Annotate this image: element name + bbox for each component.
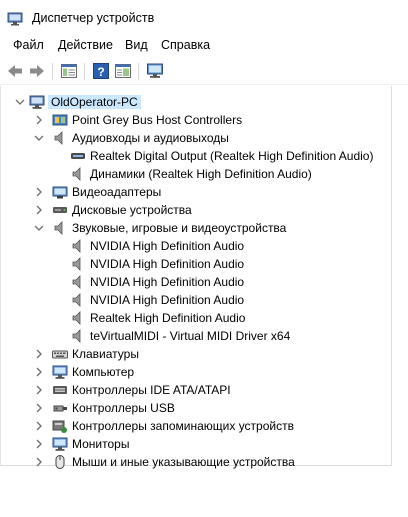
tree-device[interactable]: NVIDIA High Definition Audio	[1, 255, 391, 273]
root-computer-name: OldOperator-PC	[48, 95, 141, 109]
toolbar-separator	[52, 63, 53, 80]
speaker-icon	[72, 293, 81, 307]
computer-icon	[29, 95, 45, 109]
category-label: Point Grey Bus Host Controllers	[72, 113, 243, 127]
tree-category[interactable]: Мыши и иные указывающие устройства	[1, 453, 391, 471]
tree-device[interactable]: Динамики (Realtek High Definition Audio)	[1, 165, 391, 183]
monitor-icon	[52, 437, 68, 451]
menu-help[interactable]: Справка	[161, 38, 210, 52]
digital-output-icon	[71, 153, 85, 159]
menu-action[interactable]: Действие	[58, 38, 113, 52]
storage-controller-icon	[52, 420, 67, 433]
properties-icon[interactable]	[114, 62, 132, 80]
category-label: Клавиатуры	[72, 347, 139, 361]
device-label: teVirtualMIDI - Virtual MIDI Driver x64	[90, 329, 291, 343]
show-hide-console-tree-icon[interactable]	[60, 62, 78, 80]
chevron-right-icon[interactable]	[34, 456, 44, 468]
chevron-right-icon[interactable]	[34, 186, 44, 198]
chevron-down-icon[interactable]	[34, 222, 44, 234]
device-manager-icon	[7, 12, 23, 26]
chevron-right-icon[interactable]	[34, 384, 44, 396]
speaker-icon	[72, 311, 81, 325]
chevron-right-icon[interactable]	[34, 366, 44, 378]
category-label: Компьютер	[72, 365, 135, 379]
tree-device[interactable]: NVIDIA High Definition Audio	[1, 273, 391, 291]
chevron-right-icon[interactable]	[34, 438, 44, 450]
category-label: Контроллеры запоминающих устройств	[72, 419, 294, 433]
bus-controller-icon	[52, 114, 68, 126]
tree-device[interactable]: NVIDIA High Definition Audio	[1, 237, 391, 255]
speaker-icon	[72, 167, 81, 181]
device-label: Realtek Digital Output (Realtek High Def…	[90, 149, 374, 163]
menu-view[interactable]: Вид	[125, 38, 148, 52]
category-label: Контроллеры USB	[72, 401, 175, 415]
chevron-right-icon[interactable]	[34, 204, 44, 216]
speaker-icon	[72, 257, 81, 271]
device-label: NVIDIA High Definition Audio	[90, 293, 245, 307]
device-label: NVIDIA High Definition Audio	[90, 257, 245, 271]
scan-hardware-changes-icon[interactable]	[146, 62, 164, 80]
device-label: NVIDIA High Definition Audio	[90, 275, 245, 289]
sound-devices-icon	[54, 221, 63, 235]
menu-bar: Файл Действие Вид Справка	[0, 36, 408, 56]
device-label: NVIDIA High Definition Audio	[90, 239, 245, 253]
tree-category[interactable]: Point Grey Bus Host Controllers	[1, 111, 391, 129]
computer-icon	[52, 365, 68, 379]
category-label: Дисковые устройства	[72, 203, 192, 217]
chevron-right-icon[interactable]	[34, 402, 44, 414]
category-label: Мониторы	[72, 437, 130, 451]
tree-category[interactable]: Контроллеры IDE ATA/ATAPI	[1, 381, 391, 399]
tree-category[interactable]: Звуковые, игровые и видеоустройства	[1, 219, 391, 237]
chevron-right-icon[interactable]	[34, 420, 44, 432]
svg-text:?: ?	[97, 65, 104, 79]
tree-category[interactable]: Аудиовходы и аудиовыходы	[1, 129, 391, 147]
tree-category[interactable]: Контроллеры USB	[1, 399, 391, 417]
category-label: Аудиовходы и аудиовыходы	[72, 131, 229, 145]
tree-category[interactable]: Дисковые устройства	[1, 201, 391, 219]
chevron-right-icon[interactable]	[34, 114, 44, 126]
tree-category[interactable]: Видеоадаптеры	[1, 183, 391, 201]
tree-category[interactable]: Контроллеры запоминающих устройств	[1, 417, 391, 435]
back-arrow-icon[interactable]	[6, 62, 24, 80]
display-adapter-icon	[52, 186, 68, 199]
tree-device[interactable]: Realtek High Definition Audio	[1, 309, 391, 327]
tree-device[interactable]: teVirtualMIDI - Virtual MIDI Driver x64	[1, 327, 391, 345]
toolbar-separator	[138, 63, 139, 80]
mouse-icon	[55, 455, 65, 469]
tree-device[interactable]: NVIDIA High Definition Audio	[1, 291, 391, 309]
tree-root[interactable]: OldOperator-PC	[1, 93, 391, 111]
speaker-icon	[72, 275, 81, 289]
tree-category[interactable]: Компьютер	[1, 363, 391, 381]
disk-drive-icon	[53, 207, 67, 213]
toolbar: ?	[0, 57, 408, 85]
device-label: Realtek High Definition Audio	[90, 311, 246, 325]
usb-controller-icon	[53, 405, 67, 412]
chevron-right-icon[interactable]	[34, 348, 44, 360]
category-label: Контроллеры IDE ATA/ATAPI	[72, 383, 231, 397]
device-label: Динамики (Realtek High Definition Audio)	[90, 167, 312, 181]
forward-arrow-icon[interactable]	[28, 62, 46, 80]
help-icon[interactable]: ?	[92, 62, 110, 80]
device-tree: OldOperator-PC Point Grey Bus Host Contr…	[0, 86, 392, 469]
category-label: Звуковые, игровые и видеоустройства	[72, 221, 287, 235]
title-bar: Диспетчер устройств	[0, 0, 408, 36]
chevron-down-icon[interactable]	[34, 132, 44, 144]
speaker-icon	[72, 239, 81, 253]
tree-category[interactable]: Мониторы	[1, 435, 391, 453]
tree-category[interactable]: Клавиатуры	[1, 345, 391, 363]
speaker-icon	[72, 329, 81, 343]
category-label: Видеоадаптеры	[72, 185, 162, 199]
menu-file[interactable]: Файл	[13, 38, 44, 52]
chevron-down-icon[interactable]	[15, 96, 25, 108]
toolbar-separator	[84, 63, 85, 80]
audio-io-icon	[54, 131, 63, 145]
category-label: Мыши и иные указывающие устройства	[72, 455, 295, 469]
ide-controller-icon	[53, 386, 67, 394]
keyboard-icon	[52, 350, 68, 359]
window-title: Диспетчер устройств	[32, 11, 155, 25]
tree-device[interactable]: Realtek Digital Output (Realtek High Def…	[1, 147, 391, 165]
